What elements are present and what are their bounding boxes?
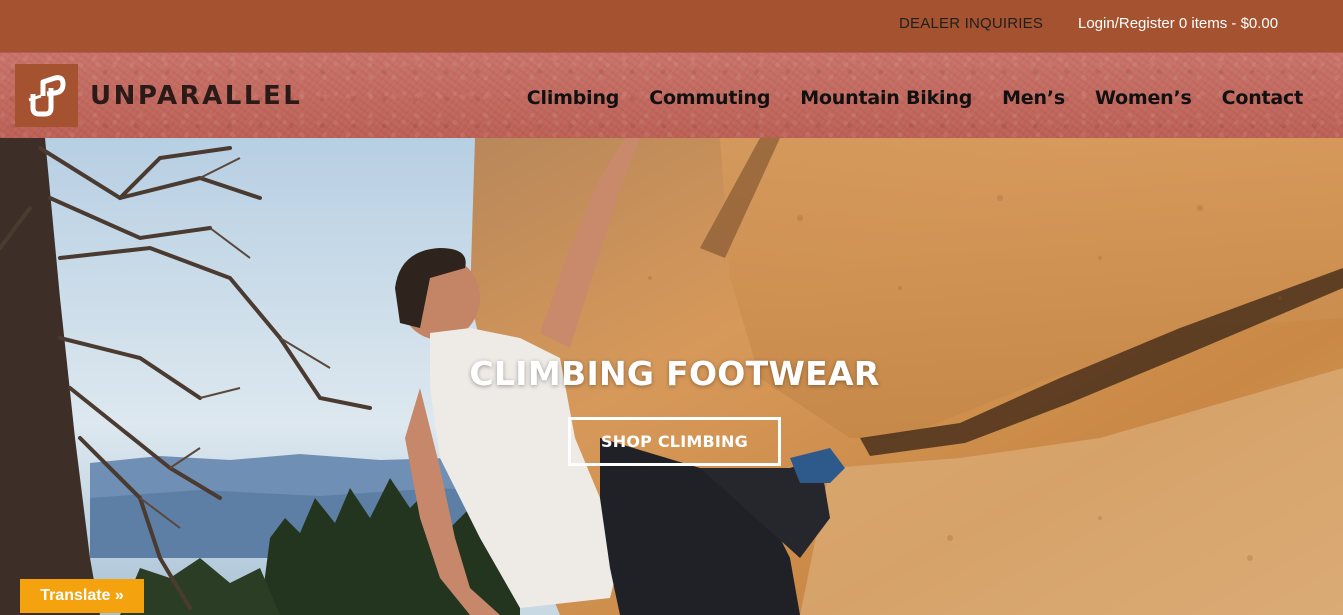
- login-register-link[interactable]: Login/Register: [1078, 15, 1175, 32]
- top-utility-bar: DEALER INQUIRIES Login/Register 0 items …: [0, 0, 1343, 52]
- site-header: UNPARALLEL Climbing Commuting Mountain B…: [0, 52, 1343, 138]
- account-cart-group: Login/Register 0 items - $0.00: [1078, 15, 1278, 32]
- hero-title: CLIMBING FOOTWEAR: [469, 354, 880, 393]
- nav-contact[interactable]: Contact: [1222, 87, 1304, 109]
- logo-wordmark: UNPARALLEL: [90, 80, 303, 111]
- nav-mountain-biking[interactable]: Mountain Biking: [800, 87, 972, 109]
- dealer-inquiries-link[interactable]: DEALER INQUIRIES: [899, 15, 1043, 32]
- nav-commuting[interactable]: Commuting: [649, 87, 770, 109]
- cart-summary-link[interactable]: 0 items - $0.00: [1179, 15, 1278, 32]
- hero-banner: CLIMBING FOOTWEAR SHOP CLIMBING: [0, 138, 1343, 615]
- nav-mens[interactable]: Men’s: [1002, 87, 1065, 109]
- logo-link[interactable]: UNPARALLEL: [15, 64, 302, 127]
- main-nav: Climbing Commuting Mountain Biking Men’s…: [527, 87, 1303, 109]
- up-logo-icon: [15, 64, 78, 127]
- translate-button[interactable]: Translate »: [20, 579, 144, 613]
- nav-womens[interactable]: Women’s: [1095, 87, 1192, 109]
- nav-climbing[interactable]: Climbing: [527, 87, 620, 109]
- shop-climbing-button[interactable]: SHOP CLIMBING: [568, 417, 781, 466]
